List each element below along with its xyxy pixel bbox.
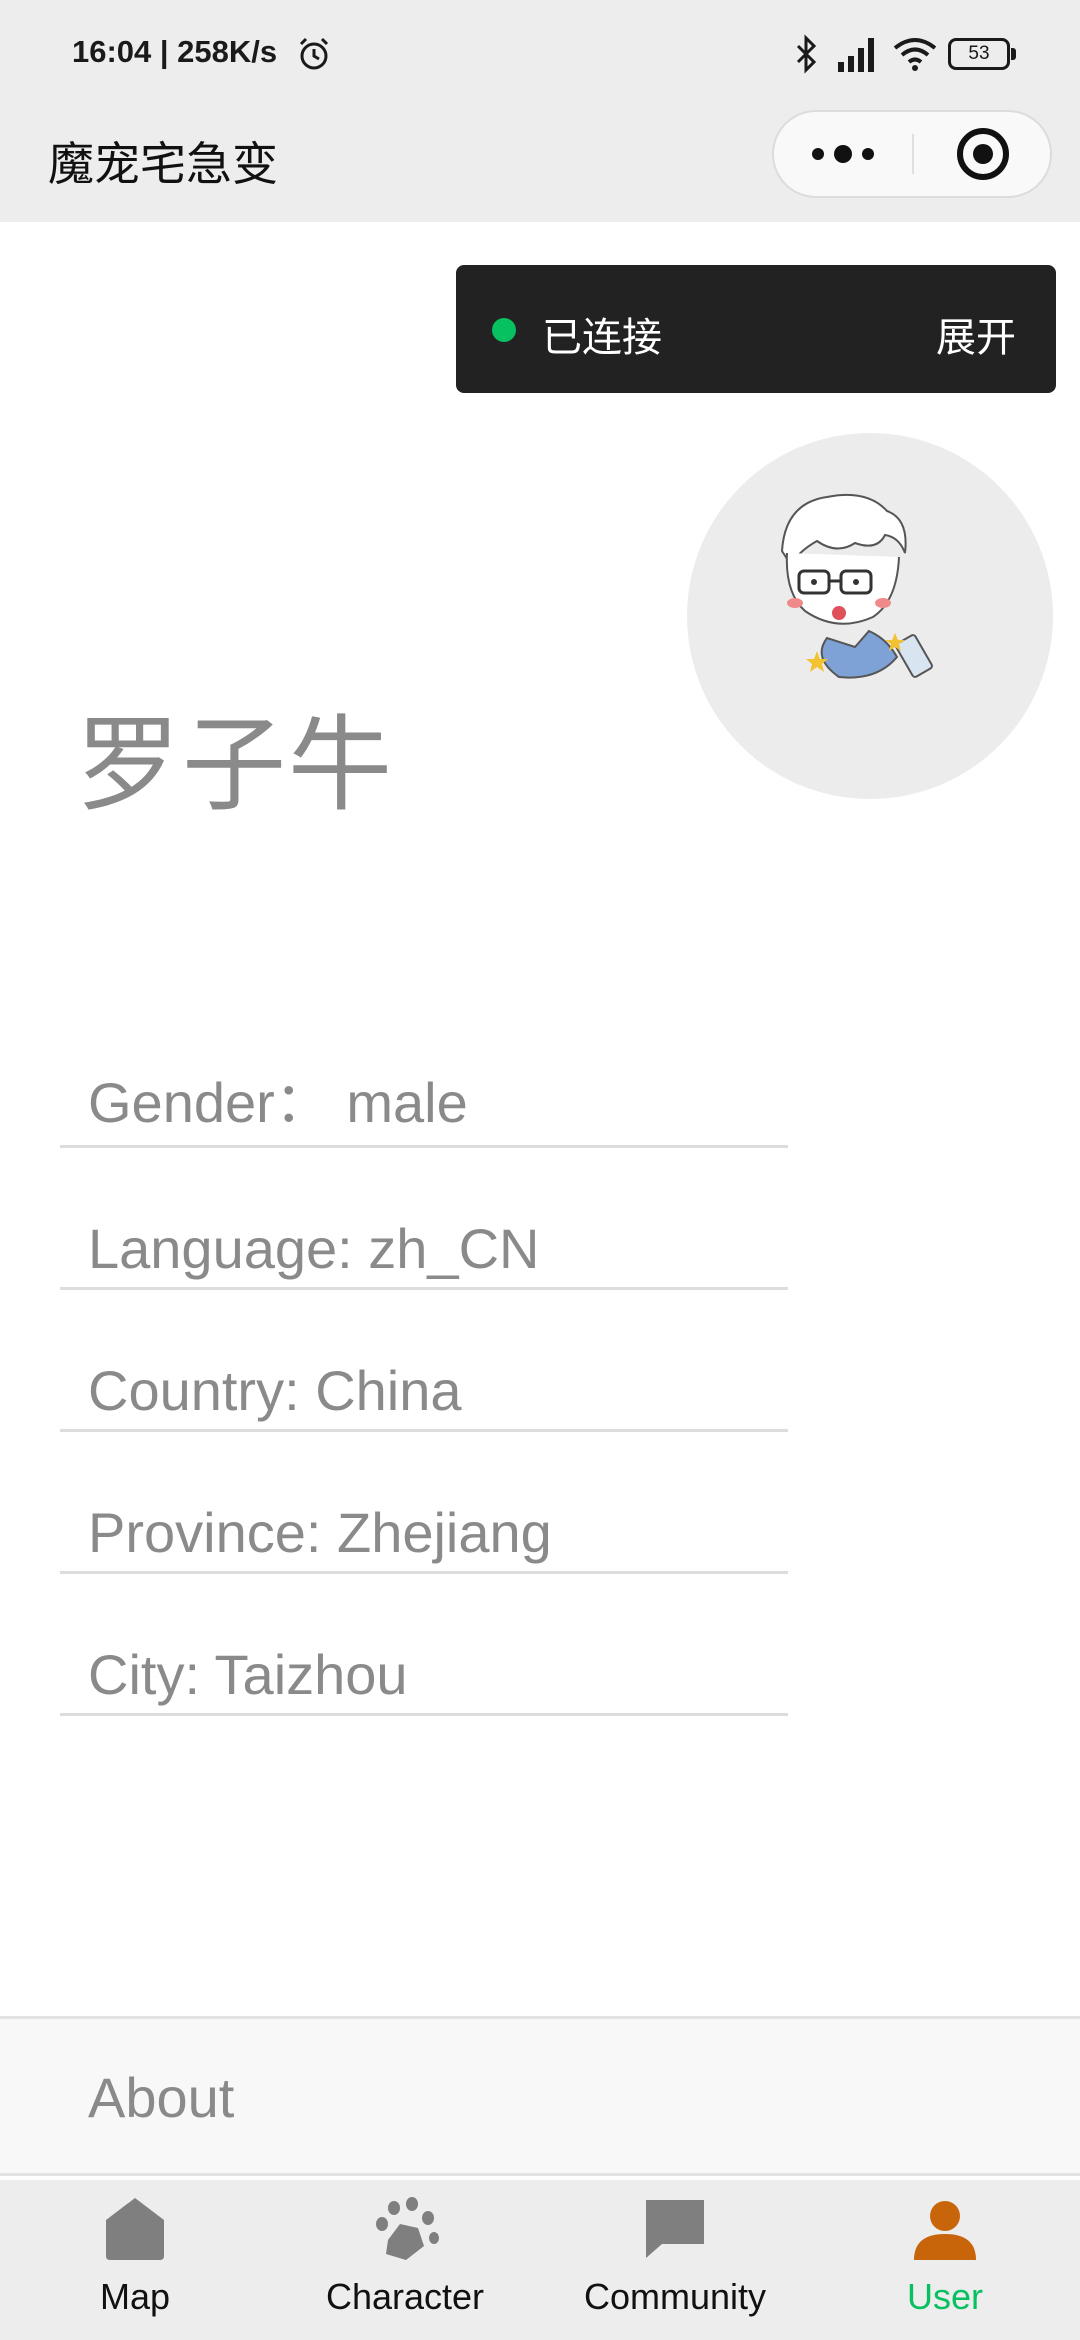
status-bar: 16:04 | 258K/s 53 [0,0,1080,110]
battery-icon: 53 [948,38,1016,70]
home-icon [106,2198,164,2260]
alarm-icon [299,37,329,70]
tab-label: Character [325,2276,485,2317]
more-button[interactable] [774,112,912,196]
tab-user[interactable]: User [810,2180,1080,2340]
tab-label: Map [99,2276,171,2317]
connection-panel: 已连接 展开 [456,265,1056,393]
country-field: Country: China [60,1352,788,1432]
tab-map[interactable]: Map [0,2180,270,2340]
battery-level: 53 [948,38,1010,70]
status-time: 16:04 | 258K/s [72,34,278,69]
title-bar: 魔宠宅急变 [0,110,1080,222]
city-text: City: Taizhou [88,1643,408,1706]
avatar[interactable] [687,433,1053,799]
screen: 16:04 | 258K/s 53 魔宠宅急变 已连接 展开 罗子牛 Gende… [0,0,1080,2340]
paw-icon [376,2197,439,2260]
language-field: Language: zh_CN [60,1210,788,1290]
country-text: Country: China [88,1359,462,1422]
cartoon-avatar-icon [780,493,933,679]
tab-community[interactable]: Community [540,2180,810,2340]
city-field: City: Taizhou [60,1636,788,1716]
more-dots-icon [812,145,874,163]
about-label: About [88,2066,235,2129]
wifi-icon [893,38,937,71]
miniprogram-capsule [772,110,1052,198]
connected-dot-icon [492,318,516,342]
close-button[interactable] [914,112,1052,196]
tab-bar: Map Character Community User [0,2180,1080,2340]
signal-icon [838,38,874,72]
language-text: Language: zh_CN [88,1217,540,1280]
person-icon [914,2201,976,2260]
about-button[interactable]: About [0,2016,1080,2176]
tab-label: User [906,2276,983,2317]
close-target-icon [957,128,1009,180]
gender-field: Gender： male [60,1068,788,1148]
gender-text: Gender： male [88,1071,468,1134]
page-title: 魔宠宅急变 [48,138,278,190]
tab-character[interactable]: Character [270,2180,540,2340]
chat-icon [646,2200,704,2258]
province-text: Province: Zhejiang [88,1501,552,1564]
tab-label: Community [583,2276,767,2317]
bluetooth-icon [796,34,817,74]
connection-status: 已连接 [542,316,662,360]
province-field: Province: Zhejiang [60,1494,788,1574]
expand-button[interactable]: 展开 [936,305,1016,363]
user-name: 罗子牛 [76,708,395,824]
